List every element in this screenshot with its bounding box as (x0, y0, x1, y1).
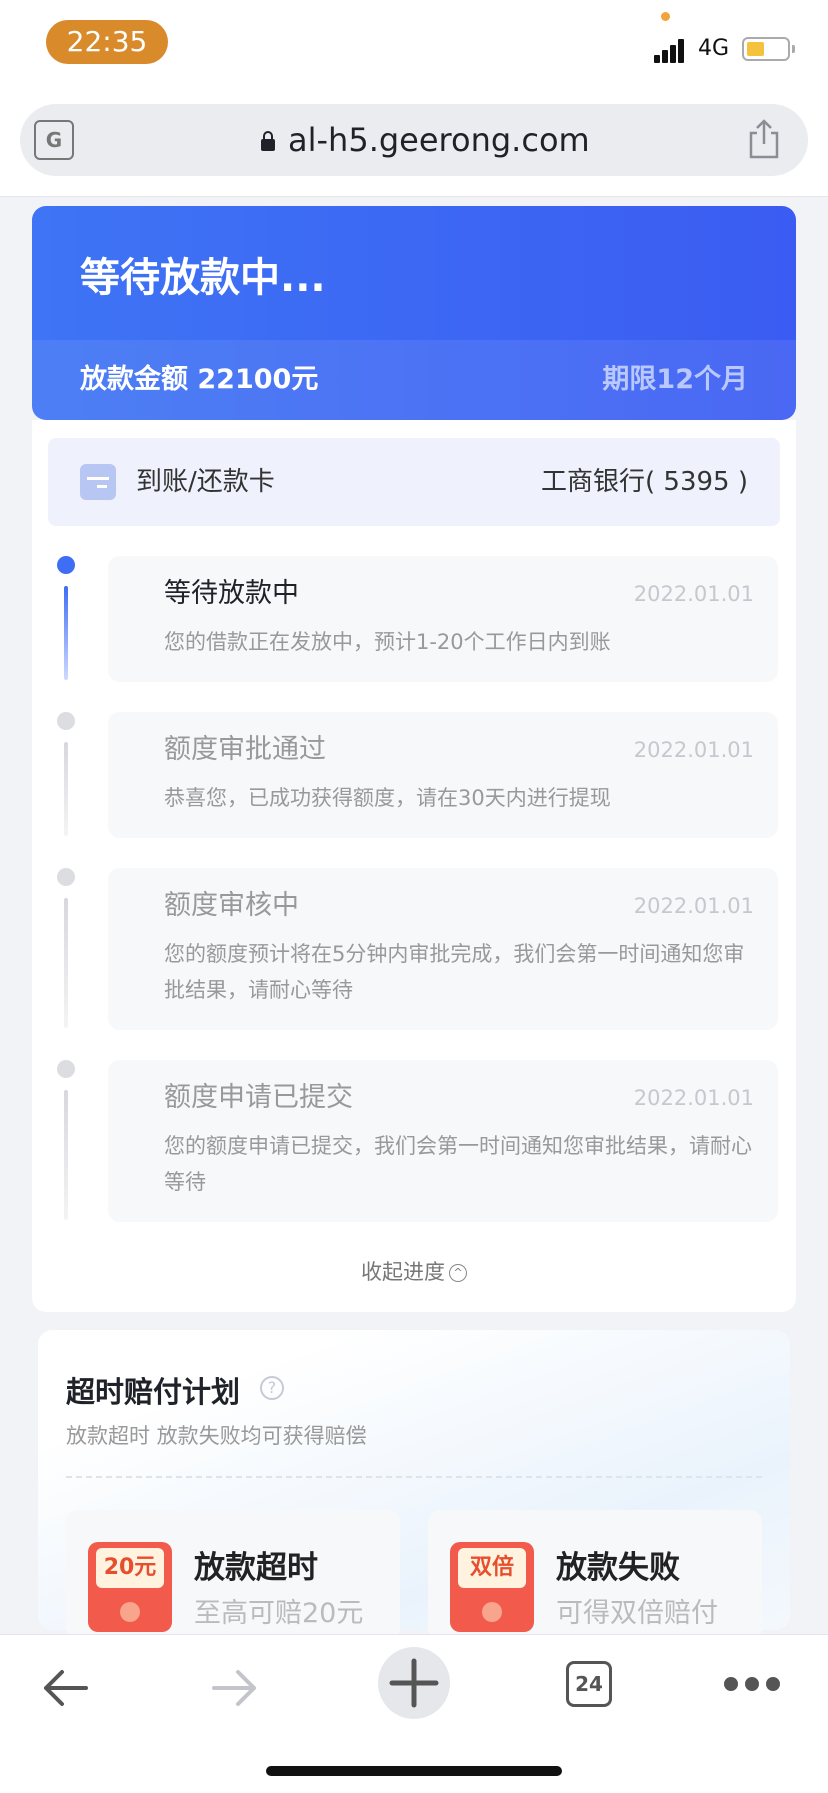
loan-status-banner: 等待放款中... 放款金额 22100元 期限12个月 (32, 206, 796, 420)
bank-card-value: 工商银行( 5395 ) (541, 467, 748, 497)
step-date: 2022.01.01 (633, 738, 754, 762)
more-options-icon[interactable] (724, 1677, 780, 1691)
step-description: 您的借款正在发放中，预计1-20个工作日内到账 (164, 630, 611, 654)
step-date: 2022.01.01 (633, 582, 754, 606)
compensation-item-subtitle: 可得双倍赔付 (556, 1598, 718, 1629)
loan-summary-row: 放款金额 22100元 期限12个月 (32, 340, 796, 420)
envelope-seal (482, 1602, 502, 1622)
envelope-badge: 双倍 (458, 1548, 526, 1588)
envelope-seal (120, 1602, 140, 1622)
step-description: 您的额度预计将在5分钟内审批完成，我们会第一时间通知您审批结果，请耐心等待 (164, 942, 745, 1002)
help-icon[interactable]: ? (260, 1376, 284, 1400)
timeline-step: 额度审核中 2022.01.01 您的额度预计将在5分钟内审批完成，我们会第一时… (108, 868, 778, 1030)
progress-card: 到账/还款卡 工商银行( 5395 ) 等待放款中 2022.01.01 您的借… (32, 420, 796, 1312)
compensation-item-title: 放款失败 (556, 1550, 680, 1586)
new-tab-button[interactable] (378, 1647, 450, 1719)
bank-card-label: 到账/还款卡 (136, 467, 275, 497)
status-bar: 22:35 4G (0, 0, 828, 88)
divider (66, 1476, 762, 1478)
plus-icon (389, 1658, 439, 1708)
status-time: 22:35 (46, 20, 168, 64)
compensation-item-timeout[interactable]: 20元 放款超时 至高可赔20元 (66, 1510, 400, 1640)
network-type: 4G (698, 36, 730, 61)
timeline-line (64, 1090, 68, 1220)
step-date: 2022.01.01 (633, 894, 754, 918)
address-bar[interactable]: G al-h5.geerong.com (20, 104, 808, 176)
step-title: 额度审批通过 (164, 734, 326, 765)
lock-icon (261, 131, 275, 151)
bank-card-icon (80, 464, 116, 500)
compensation-subtitle: 放款超时 放款失败均可获得赔偿 (66, 1424, 367, 1448)
step-title: 额度审核中 (164, 890, 299, 921)
tabs-button[interactable]: 24 (566, 1661, 612, 1707)
cellular-signal-icon (654, 37, 690, 63)
translate-icon[interactable]: G (34, 120, 74, 160)
collapse-progress-button[interactable]: 收起进度 ^ (32, 1256, 796, 1288)
timeline-line (64, 742, 68, 836)
step-title: 额度申请已提交 (164, 1082, 353, 1113)
loan-term: 期限12个月 (602, 364, 748, 395)
home-indicator[interactable] (266, 1766, 562, 1776)
bank-card-row: 到账/还款卡 工商银行( 5395 ) (48, 438, 780, 526)
timeline-step: 额度申请已提交 2022.01.01 您的额度申请已提交，我们会第一时间通知您审… (108, 1060, 778, 1222)
compensation-title: 超时赔付计划 (66, 1375, 241, 1409)
privacy-indicator-dot (661, 12, 670, 21)
chevron-up-icon: ^ (449, 1264, 467, 1282)
timeline-step: 等待放款中 2022.01.01 您的借款正在发放中，预计1-20个工作日内到账 (108, 556, 778, 682)
timeline-node-active (57, 556, 75, 574)
step-title: 等待放款中 (164, 578, 299, 609)
compensation-plan-card: 超时赔付计划 ? 放款超时 放款失败均可获得赔偿 20元 放款超时 至高可赔20… (38, 1330, 790, 1640)
timeline-line-active (64, 586, 68, 680)
timeline-node (57, 868, 75, 886)
compensation-item-title: 放款超时 (194, 1550, 318, 1586)
loan-status-title: 等待放款中... (80, 255, 326, 301)
back-arrow-icon[interactable] (40, 1665, 90, 1711)
collapse-progress-label: 收起进度 (361, 1260, 445, 1284)
compensation-item-subtitle: 至高可赔20元 (194, 1598, 364, 1629)
battery-icon (742, 37, 795, 61)
step-description: 恭喜您，已成功获得额度，请在30天内进行提现 (164, 786, 611, 810)
browser-address-area: G al-h5.geerong.com (0, 88, 828, 197)
forward-arrow-icon[interactable] (210, 1665, 260, 1711)
timeline-node (57, 712, 75, 730)
timeline-line (64, 898, 68, 1028)
timeline-node (57, 1060, 75, 1078)
red-envelope-icon: 双倍 (450, 1542, 534, 1632)
compensation-item-failure[interactable]: 双倍 放款失败 可得双倍赔付 (428, 1510, 762, 1640)
url-text[interactable]: al-h5.geerong.com (288, 120, 590, 160)
step-date: 2022.01.01 (633, 1086, 754, 1110)
share-icon[interactable] (746, 118, 782, 160)
envelope-badge: 20元 (96, 1548, 164, 1588)
step-description: 您的额度申请已提交，我们会第一时间通知您审批结果，请耐心等待 (164, 1134, 752, 1194)
timeline-step: 额度审批通过 2022.01.01 恭喜您，已成功获得额度，请在30天内进行提现 (108, 712, 778, 838)
loan-amount: 放款金额 22100元 (80, 364, 319, 395)
red-envelope-icon: 20元 (88, 1542, 172, 1632)
